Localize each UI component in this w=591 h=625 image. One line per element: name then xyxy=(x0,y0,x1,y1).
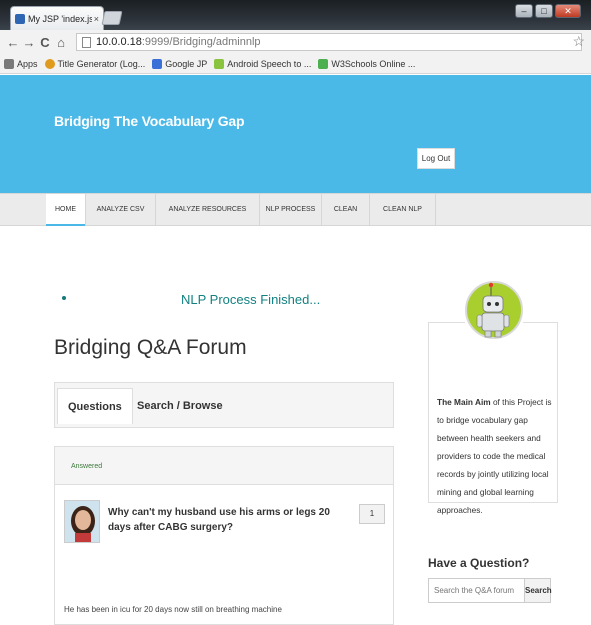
about-heading: The Main Aim xyxy=(437,397,491,407)
logout-button[interactable]: Log Out xyxy=(417,148,455,169)
site-title[interactable]: Bridging The Vocabulary Gap xyxy=(54,113,245,129)
have-question-heading: Have a Question? xyxy=(428,556,530,570)
title-generator-icon xyxy=(44,58,55,69)
bookmarks-bar: Apps Title Generator (Log... Google JP A… xyxy=(0,54,591,74)
new-tab-button[interactable] xyxy=(101,11,123,25)
list-bullet xyxy=(62,296,66,300)
page-favicon-icon xyxy=(15,13,25,24)
google-icon xyxy=(152,58,163,69)
minimize-button[interactable]: – xyxy=(515,4,533,18)
back-button[interactable]: ← xyxy=(6,35,20,50)
close-window-button[interactable]: ✕ xyxy=(555,4,581,18)
answer-count-button[interactable]: 1 xyxy=(359,504,385,524)
browser-titlebar: My JSP 'index.jsp' starting × – □ ✕ xyxy=(0,0,591,30)
forum-title: Bridging Q&A Forum xyxy=(54,336,247,359)
apps-grid-icon xyxy=(4,58,14,69)
bookmark-apps[interactable]: Apps xyxy=(4,58,38,69)
nav-nlp-process[interactable]: NLP PROCESS xyxy=(260,194,322,226)
window-controls: – □ ✕ xyxy=(515,4,581,18)
bookmark-label: Title Generator (Log... xyxy=(57,58,146,69)
address-bar[interactable]: 10.0.0.18 :9999/Bridging/adminnlp xyxy=(76,33,582,51)
browser-toolbar: ← → C ⌂ 10.0.0.18 :9999/Bridging/adminnl… xyxy=(0,30,591,54)
bookmark-star-icon[interactable]: ☆ xyxy=(572,33,585,50)
bookmark-title-generator[interactable]: Title Generator (Log... xyxy=(44,58,146,69)
bookmark-label: W3Schools Online ... xyxy=(331,58,416,69)
bookmark-android-speech[interactable]: Android Speech to ... xyxy=(214,58,312,69)
tab-close-icon[interactable]: × xyxy=(94,14,99,24)
question-card: Answered Why can't my husband use his ar… xyxy=(54,446,394,625)
maximize-button[interactable]: □ xyxy=(535,4,553,18)
android-icon xyxy=(214,58,225,69)
browser-tab[interactable]: My JSP 'index.jsp' starting × xyxy=(10,6,104,30)
bookmark-label: Apps xyxy=(17,58,38,69)
question-title[interactable]: Why can't my husband use his arms or leg… xyxy=(108,505,338,535)
bookmark-google-jp[interactable]: Google JP xyxy=(152,58,208,69)
bookmark-label: Google JP xyxy=(165,58,208,69)
tab-questions[interactable]: Questions xyxy=(57,388,133,424)
forward-button[interactable]: → xyxy=(22,35,36,50)
bookmark-label: Android Speech to ... xyxy=(227,58,312,69)
about-body: of this Project is to bridge vocabulary … xyxy=(437,397,552,515)
forum-tabs: Questions Search / Browse xyxy=(54,382,394,428)
url-path: :9999/Bridging/adminnlp xyxy=(141,36,261,48)
tab-search-browse[interactable]: Search / Browse xyxy=(127,388,233,424)
status-message: NLP Process Finished... xyxy=(181,292,321,307)
url-host: 10.0.0.18 xyxy=(96,36,142,48)
home-button[interactable]: ⌂ xyxy=(54,35,68,50)
robot-mascot-icon xyxy=(465,268,523,378)
about-text: The Main Aim of this Project is to bridg… xyxy=(437,393,555,519)
search-button[interactable]: Search xyxy=(525,578,552,603)
question-snippet: He has been in icu for 20 days now still… xyxy=(64,605,282,614)
nav-clean[interactable]: CLEAN xyxy=(322,194,370,226)
bookmark-w3schools[interactable]: W3Schools Online ... xyxy=(318,58,416,69)
main-nav: HOME ANALYZE CSV ANALYZE RESOURCES NLP P… xyxy=(0,193,591,226)
forum-search: Search xyxy=(428,578,552,603)
nav-clean-nlp[interactable]: CLEAN NLP xyxy=(370,194,436,226)
nav-analyze-resources[interactable]: ANALYZE RESOURCES xyxy=(156,194,260,226)
w3schools-icon xyxy=(318,58,329,69)
status-badge: Answered xyxy=(71,463,103,470)
reload-button[interactable]: C xyxy=(38,35,52,50)
tab-title: My JSP 'index.jsp' starting xyxy=(28,13,92,24)
search-input[interactable] xyxy=(428,578,525,603)
question-card-header: Answered xyxy=(55,447,393,485)
nav-analyze-csv[interactable]: ANALYZE CSV xyxy=(86,194,156,226)
avatar xyxy=(64,500,100,543)
site-header: Bridging The Vocabulary Gap Log Out xyxy=(0,75,591,193)
page-icon xyxy=(82,36,91,48)
nav-home[interactable]: HOME xyxy=(46,194,86,226)
